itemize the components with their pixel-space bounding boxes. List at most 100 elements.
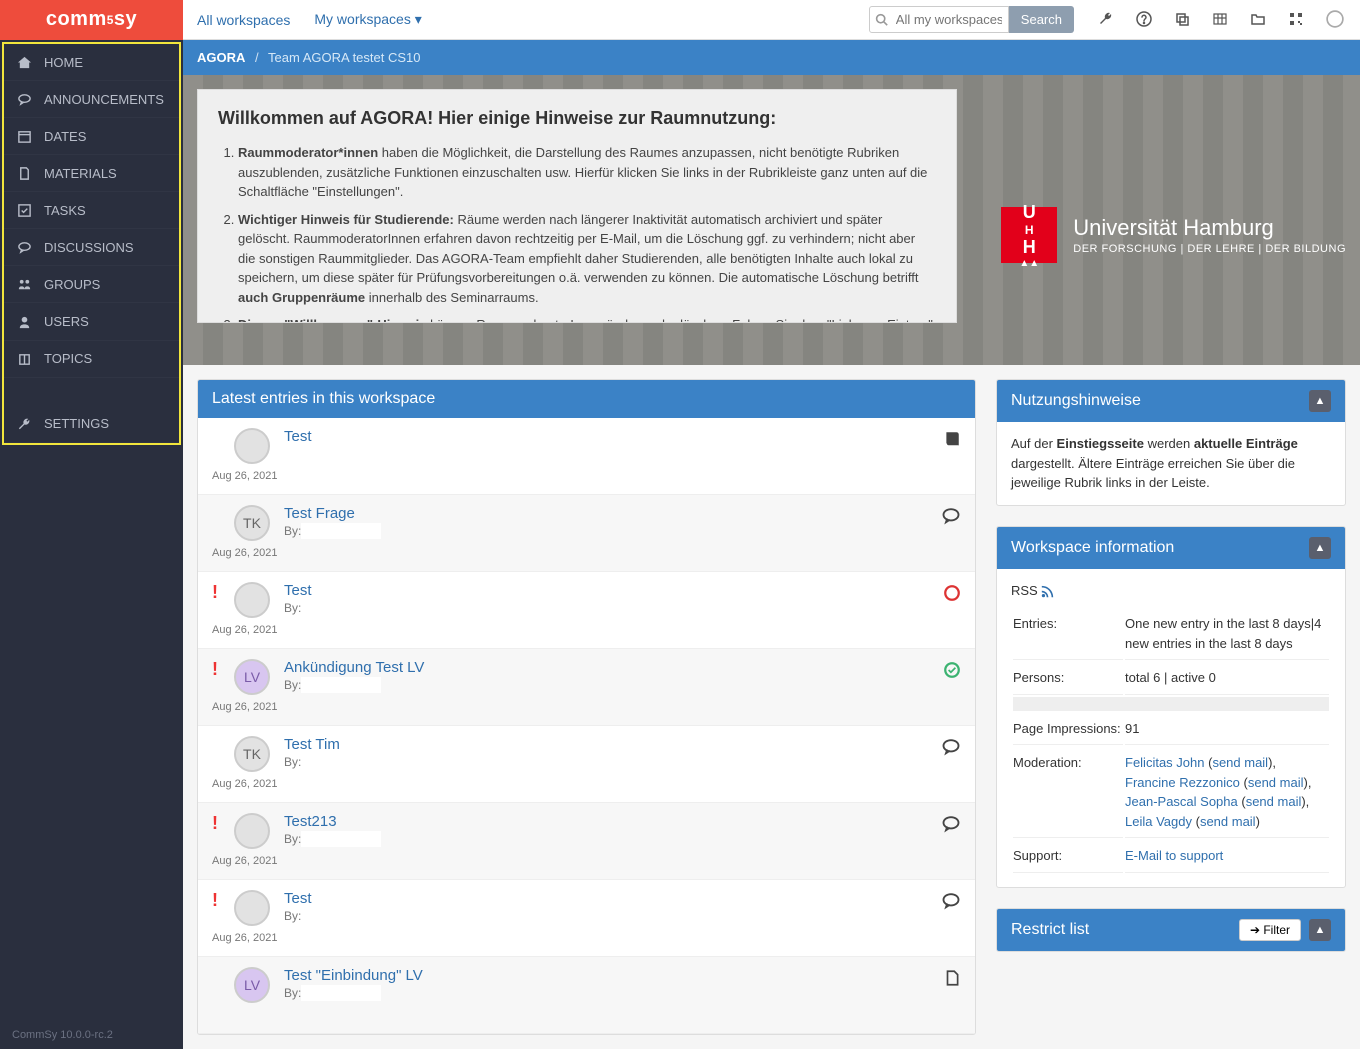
entry-row[interactable]: !TestBy: Aug 26, 2021 (198, 880, 975, 957)
moderator-link[interactable]: Felicitas John (1125, 755, 1204, 770)
entry-title[interactable]: Test (284, 428, 929, 445)
top-nav: All workspaces My workspaces ▾ (183, 11, 869, 28)
sidebar-item-materials[interactable]: MATERIALS (4, 155, 179, 192)
entry-title[interactable]: Test Tim (284, 736, 927, 753)
entry-by: By: (284, 832, 927, 846)
hints-panel: Nutzungshinweise▲ Auf der Einstiegsseite… (996, 379, 1346, 506)
entry-type-icon (943, 582, 961, 603)
entry-date: Aug 26, 2021 (212, 547, 277, 559)
entry-row[interactable]: TestAug 26, 2021 (198, 418, 975, 495)
entry-row[interactable]: !TestBy: Aug 26, 2021 (198, 572, 975, 649)
sidebar-item-announcements[interactable]: ANNOUNCEMENTS (4, 81, 179, 118)
entry-by: By: (284, 755, 927, 769)
rss-link[interactable]: RSS (1011, 583, 1038, 598)
rss-icon (1041, 583, 1054, 598)
avatar: TK (234, 505, 270, 541)
book-icon (16, 351, 32, 367)
send-mail-link[interactable]: send mail (1248, 775, 1304, 790)
send-mail-link[interactable]: send mail (1212, 755, 1268, 770)
sidebar-item-settings[interactable]: SETTINGS (4, 406, 179, 443)
breadcrumb-root[interactable]: AGORA (197, 50, 245, 65)
home-icon (16, 54, 32, 70)
send-mail-link[interactable]: send mail (1246, 794, 1302, 809)
entry-by: By: (284, 678, 929, 692)
comment-icon (16, 239, 32, 255)
entry-title[interactable]: Test (284, 582, 929, 599)
sidebar-item-topics[interactable]: TOPICS (4, 341, 179, 378)
filter-button[interactable]: ➔ Filter (1239, 919, 1301, 941)
search-icon (875, 11, 888, 26)
entry-title[interactable]: Test213 (284, 813, 927, 830)
top-bar: comm5sy All workspaces My workspaces ▾ S… (0, 0, 1360, 40)
entries-list: TestAug 26, 2021TKTest FrageBy: Aug 26, … (198, 418, 975, 1034)
entry-title[interactable]: Test "Einbindung" LV (284, 967, 929, 984)
sidebar-highlight: HOME ANNOUNCEMENTS DATES MATERIALS TASKS… (2, 42, 181, 445)
grid-icon[interactable] (1212, 10, 1228, 28)
entry-row[interactable]: !LVAnkündigung Test LVBy: Aug 26, 2021 (198, 649, 975, 726)
moderator-link[interactable]: Jean-Pascal Sopha (1125, 794, 1238, 809)
latest-entries-head: Latest entries in this workspace (198, 380, 975, 418)
comment-icon (16, 91, 32, 107)
link-my-workspaces[interactable]: My workspaces ▾ (314, 11, 421, 28)
entry-title[interactable]: Ankündigung Test LV (284, 659, 929, 676)
moderator-link[interactable]: Francine Rezzonico (1125, 775, 1240, 790)
priority-icon: ! (212, 813, 220, 834)
uh-title: Universität Hamburg (1073, 215, 1346, 241)
entry-title[interactable]: Test Frage (284, 505, 927, 522)
entry-date: Aug 26, 2021 (212, 932, 277, 944)
link-all-workspaces[interactable]: All workspaces (197, 12, 290, 28)
restrict-panel: Restrict list ➔ Filter ▲ (996, 908, 1346, 952)
collapse-button[interactable]: ▲ (1309, 919, 1331, 941)
search-input[interactable] (869, 6, 1009, 33)
entry-row[interactable]: LVTest "Einbindung" LVBy: (198, 957, 975, 1034)
avatar: LV (234, 659, 270, 695)
send-mail-link[interactable]: send mail (1200, 814, 1256, 829)
welcome-item: Raummoderator*innen haben die Möglichkei… (238, 143, 936, 202)
entry-type-icon (941, 813, 961, 834)
user-icon (16, 313, 32, 329)
sidebar-item-home[interactable]: HOME (4, 44, 179, 81)
avatar (234, 582, 270, 618)
moderator-link[interactable]: Leila Vagdy (1125, 814, 1192, 829)
entry-type-icon (943, 967, 961, 988)
users-icon (16, 276, 32, 292)
help-icon[interactable] (1136, 10, 1152, 28)
uh-logo: UHH▲▲ Universität Hamburg DER FORSCHUNG … (1001, 119, 1346, 351)
sidebar-item-tasks[interactable]: TASKS (4, 192, 179, 229)
avatar-icon[interactable] (1326, 10, 1344, 28)
sidebar-item-discussions[interactable]: DISCUSSIONS (4, 229, 179, 266)
chevron-down-icon: ▾ (415, 11, 422, 27)
sidebar-item-dates[interactable]: DATES (4, 118, 179, 155)
banner: Willkommen auf AGORA! Hier einige Hinwei… (183, 75, 1360, 365)
entry-type-icon (941, 736, 961, 757)
entry-type-icon (943, 659, 961, 680)
search-wrap: Search (869, 6, 1074, 33)
wrench-icon[interactable] (1098, 10, 1114, 28)
folder-icon[interactable] (1250, 10, 1266, 28)
entry-date: Aug 26, 2021 (212, 778, 277, 790)
sidebar-item-groups[interactable]: GROUPS (4, 266, 179, 303)
entry-type-icon (941, 505, 961, 526)
welcome-item: Diesen "Willkommen"-Hinweis können Raumm… (238, 315, 936, 323)
welcome-item: Wichtiger Hinweis für Studierende: Räume… (238, 210, 936, 308)
entry-by: By: (284, 524, 927, 538)
breadcrumb: AGORA / Team AGORA testet CS10 (183, 40, 1360, 75)
entry-row[interactable]: TKTest TimBy: Aug 26, 2021 (198, 726, 975, 803)
collapse-button[interactable]: ▲ (1309, 390, 1331, 412)
copy-icon[interactable] (1174, 10, 1190, 28)
qr-icon[interactable] (1288, 10, 1304, 28)
entry-title[interactable]: Test (284, 890, 927, 907)
latest-entries-panel: Latest entries in this workspace TestAug… (197, 379, 976, 1035)
priority-icon: ! (212, 659, 220, 680)
brand-logo[interactable]: comm5sy (0, 0, 183, 40)
search-button[interactable]: Search (1009, 6, 1074, 33)
hints-body: Auf der Einstiegsseite werden aktuelle E… (997, 422, 1345, 505)
entry-row[interactable]: TK Test Frage By: Aug 26, 2021 (198, 495, 975, 572)
support-link[interactable]: E-Mail to support (1125, 848, 1223, 863)
sidebar-item-users[interactable]: USERS (4, 303, 179, 340)
calendar-icon (16, 128, 32, 144)
entry-by: By: (284, 986, 929, 1000)
entry-row[interactable]: !Test213By: Aug 26, 2021 (198, 803, 975, 880)
priority-icon: ! (212, 582, 220, 603)
collapse-button[interactable]: ▲ (1309, 537, 1331, 559)
